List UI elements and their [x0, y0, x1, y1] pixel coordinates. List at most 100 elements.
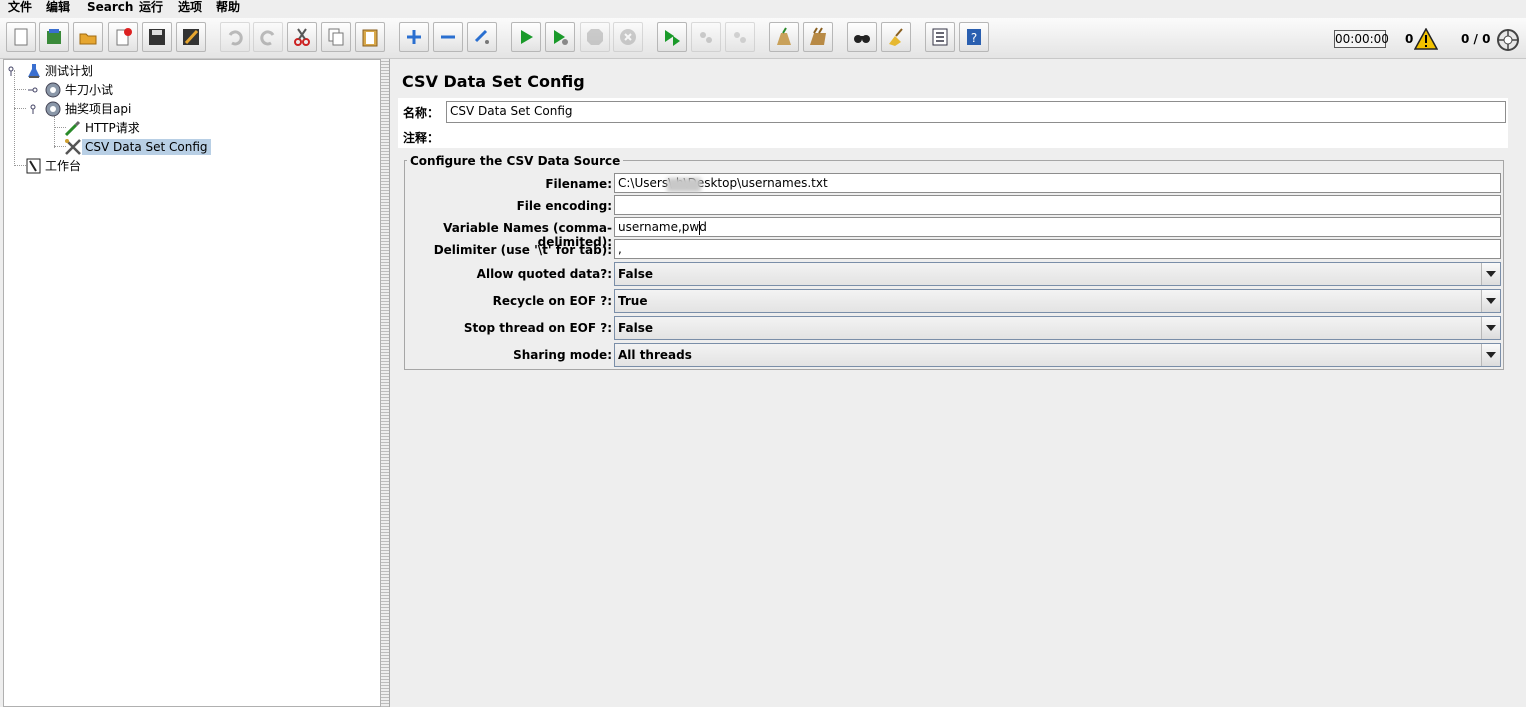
allow-quoted-label: Allow quoted data?:: [476, 267, 612, 281]
toggle-icon: [474, 29, 489, 44]
tree-toggle-icon[interactable]: [28, 85, 38, 95]
collapse-button[interactable]: [433, 22, 463, 52]
tree-node-thread-group-1[interactable]: 牛刀小试: [28, 81, 116, 99]
file-encoding-label: File encoding:: [516, 199, 612, 213]
menu-options[interactable]: 选项: [178, 0, 202, 16]
function-helper-button[interactable]: [925, 22, 955, 52]
allow-quoted-select[interactable]: False: [614, 262, 1501, 286]
dropdown-arrow[interactable]: [1481, 290, 1500, 312]
chevron-down-icon: [1486, 325, 1496, 331]
clear-button[interactable]: [769, 22, 799, 52]
tree-toggle-icon[interactable]: [8, 66, 18, 76]
tree-label: 测试计划: [45, 64, 94, 78]
comment-label: 注释：: [403, 131, 440, 145]
templates-icon: [47, 29, 61, 44]
paste-icon: [362, 29, 378, 47]
tree-label: 抽奖项目api: [65, 102, 132, 116]
remote-start-icon: [665, 30, 680, 46]
undo-button[interactable]: [220, 22, 250, 52]
templates-button[interactable]: [39, 22, 69, 52]
cut-button[interactable]: [287, 22, 317, 52]
tree-label: 工作台: [45, 159, 82, 173]
file-encoding-field[interactable]: [614, 195, 1501, 215]
warning-icon[interactable]: [1414, 28, 1438, 50]
new-button[interactable]: [6, 22, 36, 52]
redo-button[interactable]: [253, 22, 283, 52]
collapse-icon: [441, 35, 455, 39]
menu-file[interactable]: 文件: [8, 0, 32, 16]
copy-button[interactable]: [321, 22, 351, 52]
sharing-mode-label: Sharing mode:: [513, 348, 612, 362]
stop-icon: [587, 29, 603, 45]
paste-button[interactable]: [355, 22, 385, 52]
tree-node-http-request[interactable]: HTTP请求: [64, 119, 143, 137]
search-icon: [854, 35, 870, 43]
close-button[interactable]: [108, 22, 138, 52]
menu-edit[interactable]: 编辑: [46, 0, 70, 16]
test-plan-icon: [28, 64, 40, 78]
tree-node-csv-data-set-config[interactable]: CSV Data Set Config: [64, 138, 211, 156]
remote-shutdown-icon: [734, 32, 746, 43]
tree-node-thread-group-2[interactable]: 抽奖项目api: [28, 100, 134, 118]
tree-label: HTTP请求: [85, 121, 140, 135]
dropdown-arrow[interactable]: [1481, 344, 1500, 366]
tree-node-workbench[interactable]: 工作台: [26, 157, 84, 175]
search-button[interactable]: [847, 22, 877, 52]
variable-names-field[interactable]: username,pwd: [614, 217, 1501, 237]
save-as-button[interactable]: [176, 22, 206, 52]
copy-icon: [328, 28, 344, 46]
remote-status-icon: [1497, 29, 1519, 51]
menu-run[interactable]: 运行: [139, 0, 163, 16]
dropdown-arrow[interactable]: [1481, 263, 1500, 285]
sharing-mode-select[interactable]: All threads: [614, 343, 1501, 367]
pipette-icon: [64, 120, 81, 137]
open-button[interactable]: [73, 22, 103, 52]
recycle-eof-select[interactable]: True: [614, 289, 1501, 313]
error-count: 0: [1405, 32, 1414, 46]
help-icon: ?: [967, 29, 981, 45]
menu-search[interactable]: Search: [87, 0, 133, 16]
expand-button[interactable]: [399, 22, 429, 52]
delimiter-field[interactable]: ,: [614, 239, 1501, 259]
delimiter-label: Delimiter (use '\t' for tab):: [433, 243, 612, 257]
start-no-pause-icon: [554, 30, 568, 45]
clear-all-icon: [810, 27, 826, 45]
tree-label: CSV Data Set Config: [82, 139, 211, 155]
text-caret: [699, 221, 700, 235]
help-button[interactable]: ?: [959, 22, 989, 52]
toggle-button[interactable]: [467, 22, 497, 52]
shutdown-button[interactable]: [613, 22, 643, 52]
tree-node-test-plan[interactable]: 测试计划: [8, 62, 96, 80]
name-field[interactable]: CSV Data Set Config: [446, 101, 1506, 123]
menu-help[interactable]: 帮助: [216, 0, 240, 16]
new-icon: [14, 28, 28, 46]
filename-label: Filename:: [545, 177, 612, 191]
stop-thread-eof-select[interactable]: False: [614, 316, 1501, 340]
start-button[interactable]: [511, 22, 541, 52]
recycle-eof-label: Recycle on EOF ?:: [492, 294, 612, 308]
tree-toggle-icon[interactable]: [28, 104, 38, 114]
remote-start-button[interactable]: [657, 22, 687, 52]
redacted-region: [667, 178, 701, 192]
start-no-pause-button[interactable]: [545, 22, 575, 52]
split-pane-divider[interactable]: [381, 59, 389, 707]
remote-stop-button[interactable]: [691, 22, 721, 52]
stop-thread-eof-label: Stop thread on EOF ?:: [463, 321, 612, 335]
reset-search-button[interactable]: [881, 22, 911, 52]
divider-line: [389, 59, 390, 707]
filename-field[interactable]: C:\Users\ h\Desktop\usernames.txt: [614, 173, 1501, 193]
comment-field[interactable]: [444, 126, 1506, 146]
fieldset-title: Configure the CSV Data Source: [407, 154, 624, 168]
selected-value: True: [618, 294, 648, 308]
elapsed-timer: 00:00:00: [1334, 30, 1389, 48]
workbench-icon: [26, 158, 41, 174]
stop-button[interactable]: [580, 22, 610, 52]
dropdown-arrow[interactable]: [1481, 317, 1500, 339]
save-icon: [149, 29, 165, 45]
clear-all-button[interactable]: [803, 22, 833, 52]
close-icon: [116, 28, 132, 46]
wrench-icon: [65, 139, 81, 155]
remote-shutdown-button[interactable]: [725, 22, 755, 52]
undo-icon: [228, 30, 243, 46]
save-button[interactable]: [142, 22, 172, 52]
